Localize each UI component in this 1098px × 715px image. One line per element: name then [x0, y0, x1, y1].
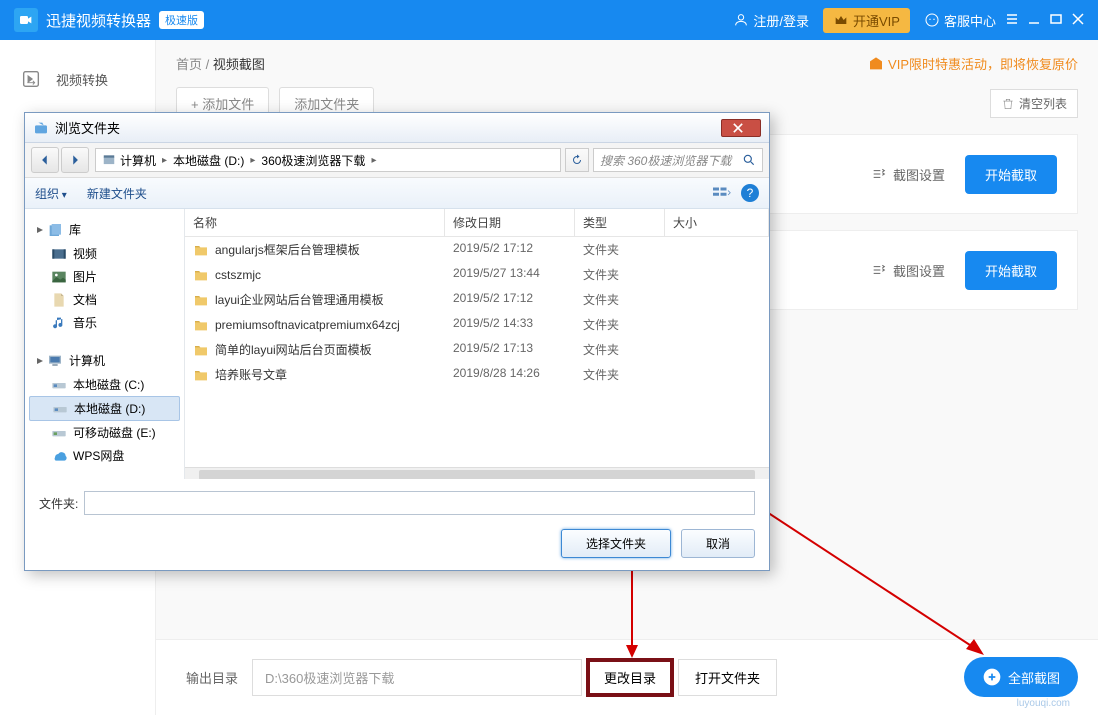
watermark: luyouqi.com	[1017, 698, 1070, 709]
vip-promo-link[interactable]: VIP限时特惠活动，即将恢复原价	[868, 54, 1078, 73]
view-options-button[interactable]	[713, 185, 731, 202]
app-header: 迅捷视频转换器 极速版 注册/登录 开通VIP 客服中心	[0, 0, 1098, 40]
refresh-button[interactable]	[565, 148, 589, 172]
folder-tree[interactable]: 库 视频 图片 文档 音乐 计算机 本地磁盘 (C:) 本地磁盘 (D:) 可移…	[25, 209, 185, 479]
close-icon[interactable]	[1072, 13, 1084, 28]
tree-computer[interactable]: 计算机	[29, 348, 180, 373]
file-row[interactable]: cstszmjc2019/5/27 13:44文件夹	[185, 262, 769, 287]
tree-music[interactable]: 音乐	[29, 311, 180, 334]
tree-video[interactable]: 视频	[29, 242, 180, 265]
new-folder-button[interactable]: 新建文件夹	[87, 185, 147, 202]
start-capture-button[interactable]: 开始截取	[965, 251, 1057, 290]
sidebar-item-convert[interactable]: 视频转换	[0, 58, 155, 100]
dialog-toolbar: 组织 新建文件夹 .dlg-tb-item:nth-child(2)::afte…	[25, 178, 769, 209]
start-capture-button[interactable]: 开始截取	[965, 155, 1057, 194]
search-icon	[742, 153, 756, 167]
file-row[interactable]: 简单的layui网站后台页面模板2019/5/2 17:13文件夹	[185, 337, 769, 362]
tree-libraries[interactable]: 库	[29, 217, 180, 242]
tree-doc[interactable]: 文档	[29, 288, 180, 311]
file-list-header: 名称 修改日期 类型 大小	[185, 209, 769, 237]
address-bar[interactable]: 计算机 本地磁盘 (D:) 360极速浏览器下载	[95, 148, 561, 172]
file-row[interactable]: angularjs框架后台管理模板2019/5/2 17:12文件夹	[185, 237, 769, 262]
breadcrumb-home[interactable]: 首页	[176, 57, 202, 72]
clear-list-button[interactable]: 清空列表	[990, 89, 1078, 118]
dialog-close-button[interactable]	[721, 119, 761, 137]
tree-image[interactable]: 图片	[29, 265, 180, 288]
tree-wps[interactable]: WPS网盘	[29, 444, 180, 467]
screenshot-settings-button[interactable]: 截图设置	[871, 261, 945, 280]
tree-drive-e[interactable]: 可移动磁盘 (E:)	[29, 421, 180, 444]
file-row[interactable]: layui企业网站后台管理通用模板2019/5/2 17:12文件夹	[185, 287, 769, 312]
dialog-title: 浏览文件夹	[55, 118, 120, 137]
sidebar-item-label: 视频转换	[56, 70, 108, 89]
dialog-nav: 计算机 本地磁盘 (D:) 360极速浏览器下载 搜索 360极速浏览器下载	[25, 143, 769, 178]
output-dir-field[interactable]: D:\360极速浏览器下载	[252, 659, 582, 696]
output-dir-label: 输出目录	[186, 668, 238, 687]
minimize-icon[interactable]	[1028, 13, 1040, 28]
app-logo-icon	[14, 8, 38, 32]
help-icon[interactable]: ?	[741, 184, 759, 202]
help-center-button[interactable]: 客服中心	[924, 11, 996, 30]
file-row[interactable]: 培养账号文章2019/8/28 14:26文件夹	[185, 362, 769, 387]
tree-drive-c[interactable]: 本地磁盘 (C:)	[29, 373, 180, 396]
change-dir-button[interactable]: 更改目录	[586, 658, 674, 697]
file-list[interactable]: 名称 修改日期 类型 大小 angularjs框架后台管理模板2019/5/2 …	[185, 209, 769, 479]
maximize-icon[interactable]	[1050, 13, 1062, 28]
folder-field-label: 文件夹:	[39, 495, 78, 512]
search-input[interactable]: 搜索 360极速浏览器下载	[593, 148, 763, 172]
folder-name-input[interactable]	[84, 491, 755, 515]
annotation-arrow	[744, 497, 994, 670]
tree-drive-d[interactable]: 本地磁盘 (D:)	[29, 396, 180, 421]
nav-back-button[interactable]	[31, 147, 59, 173]
browse-folder-dialog: 浏览文件夹 计算机 本地磁盘 (D:) 360极速浏览器下载 搜索 360极速浏…	[24, 112, 770, 571]
app-title: 迅捷视频转换器	[46, 10, 151, 31]
folder-cloud-icon	[33, 120, 49, 136]
dialog-titlebar: 浏览文件夹	[25, 113, 769, 143]
dialog-footer: 文件夹: 选择文件夹 取消	[25, 479, 769, 570]
organize-menu[interactable]: 组织	[35, 185, 67, 202]
edition-badge: 极速版	[159, 11, 204, 29]
register-login-button[interactable]: 注册/登录	[733, 11, 809, 30]
select-folder-button[interactable]: 选择文件夹	[561, 529, 671, 558]
nav-forward-button[interactable]	[61, 147, 89, 173]
breadcrumb-current: 视频截图	[213, 57, 265, 72]
horizontal-scrollbar[interactable]	[185, 467, 769, 479]
menu-icon[interactable]	[1006, 13, 1018, 28]
screenshot-settings-button[interactable]: 截图设置	[871, 165, 945, 184]
vip-button[interactable]: 开通VIP	[823, 8, 910, 33]
cancel-button[interactable]: 取消	[681, 529, 755, 558]
file-row[interactable]: premiumsoftnavicatpremiumx64zcj2019/5/2 …	[185, 312, 769, 337]
